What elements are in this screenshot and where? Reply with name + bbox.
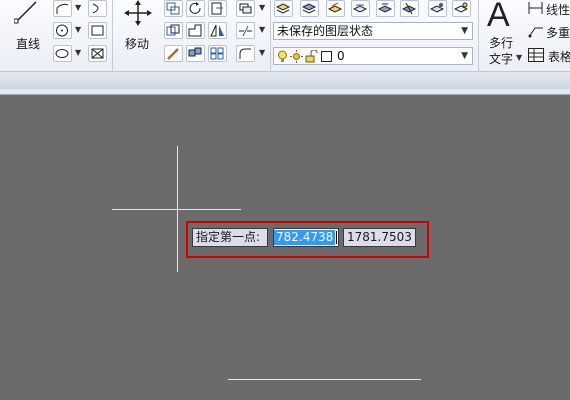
array-icon [188, 47, 202, 57]
grid-button[interactable] [208, 45, 227, 62]
color-swatch-icon [321, 51, 332, 62]
ellipse-button[interactable] [53, 45, 72, 62]
copy-button[interactable] [164, 0, 183, 17]
move-icon [124, 0, 152, 26]
polyline-icon [56, 3, 69, 14]
polyline-button[interactable] [53, 0, 72, 17]
text-cursor [336, 231, 338, 244]
hatch-icon [91, 48, 104, 59]
trim-button[interactable] [208, 0, 227, 17]
circle-button[interactable] [53, 22, 72, 39]
circle-icon [56, 24, 68, 37]
x-coordinate-input[interactable]: 782.4738 [273, 228, 339, 247]
rectangle-icon [91, 25, 104, 36]
erase-button[interactable] [236, 0, 255, 17]
mirror2-button[interactable] [208, 22, 227, 39]
line-label: 直线 [16, 37, 41, 51]
layer-off-icon [454, 2, 469, 13]
arc-icon [92, 3, 99, 14]
drawn-line[interactable] [228, 379, 421, 380]
brush-icon [167, 48, 179, 60]
linear-label: 线性 [546, 3, 570, 17]
fillet-button[interactable] [236, 45, 255, 62]
mirror-icon [166, 24, 180, 36]
mirror-button[interactable] [164, 22, 183, 39]
table-label: 表格 [548, 50, 570, 64]
erase-icon [239, 3, 252, 14]
arc-button[interactable] [88, 0, 107, 17]
brush-button[interactable] [164, 45, 183, 62]
layer-state-button[interactable] [300, 0, 319, 17]
unlock-icon [305, 50, 318, 63]
copy-icon [166, 2, 180, 15]
layer-isolate-button[interactable] [376, 0, 395, 17]
layer-state-combo[interactable]: 未保存的图层状态 ▼ [273, 22, 473, 40]
break-icon [239, 25, 252, 37]
mtext-label-1: 多行 [489, 36, 514, 50]
trim-icon [211, 2, 223, 15]
multileader-label: 多重 [546, 26, 570, 40]
mtext-dropdown-icon: ▼ [516, 53, 523, 62]
table-icon [528, 48, 544, 62]
layer-state-dropdown-icon: ▼ [461, 26, 468, 36]
layer-previous-button[interactable] [351, 0, 370, 17]
ellipse-icon [55, 49, 69, 58]
mtext-icon: A [487, 0, 510, 34]
dynamic-input-prompt: 指定第一点: [192, 228, 268, 247]
layer-freeze-button[interactable] [428, 0, 447, 17]
stretch-icon [188, 24, 202, 37]
ellipse-dropdown-icon[interactable]: ▼ [75, 48, 81, 57]
grid-icon [210, 47, 224, 60]
rotate-button[interactable] [186, 0, 205, 17]
fillet-dropdown-icon[interactable]: ▼ [259, 48, 265, 57]
mtext-label-2: 文字 [489, 52, 514, 66]
lightbulb-icon [278, 50, 287, 62]
array-button[interactable] [186, 45, 205, 62]
stretch-button[interactable] [186, 22, 205, 39]
rotate-icon [189, 2, 201, 14]
move-label: 移动 [125, 37, 150, 51]
break-dropdown-icon[interactable]: ▼ [259, 25, 265, 34]
linear-dimension-icon [528, 2, 543, 14]
layer-dropdown-icon: ▼ [461, 51, 468, 61]
layer-properties-button[interactable] [274, 0, 293, 17]
sun-icon [290, 50, 303, 63]
layer-unisolate-icon [402, 2, 417, 15]
layer-match-button[interactable] [326, 0, 345, 17]
fillet-icon [239, 48, 251, 59]
layer-state-icon [302, 3, 317, 14]
layer-off-button[interactable] [452, 0, 471, 17]
hatch-button[interactable] [88, 45, 107, 62]
layer-properties-icon [276, 3, 291, 14]
ribbon-panel-bar [0, 71, 570, 91]
polyline-dropdown-icon[interactable]: ▼ [75, 3, 81, 12]
mirror-triangle-icon [210, 24, 224, 37]
x-coordinate-value: 782.4738 [274, 230, 336, 245]
layer-isolate-icon [378, 3, 393, 13]
layer-unisolate-button[interactable] [400, 0, 419, 17]
layer-previous-icon [353, 4, 368, 13]
crosshair-vertical [177, 146, 178, 272]
y-coordinate-input[interactable]: 1781.7503 [343, 228, 416, 247]
layer-match-icon [328, 2, 343, 13]
line-icon [14, 1, 37, 24]
circle-dropdown-icon[interactable]: ▼ [75, 25, 81, 34]
erase-dropdown-icon[interactable]: ▼ [259, 3, 265, 12]
rectangle-button[interactable] [88, 22, 107, 39]
layer-freeze-icon [430, 3, 445, 13]
layer-combo[interactable]: 0 ▼ [273, 47, 473, 65]
multileader-icon [528, 27, 543, 38]
break-button[interactable] [236, 22, 255, 39]
